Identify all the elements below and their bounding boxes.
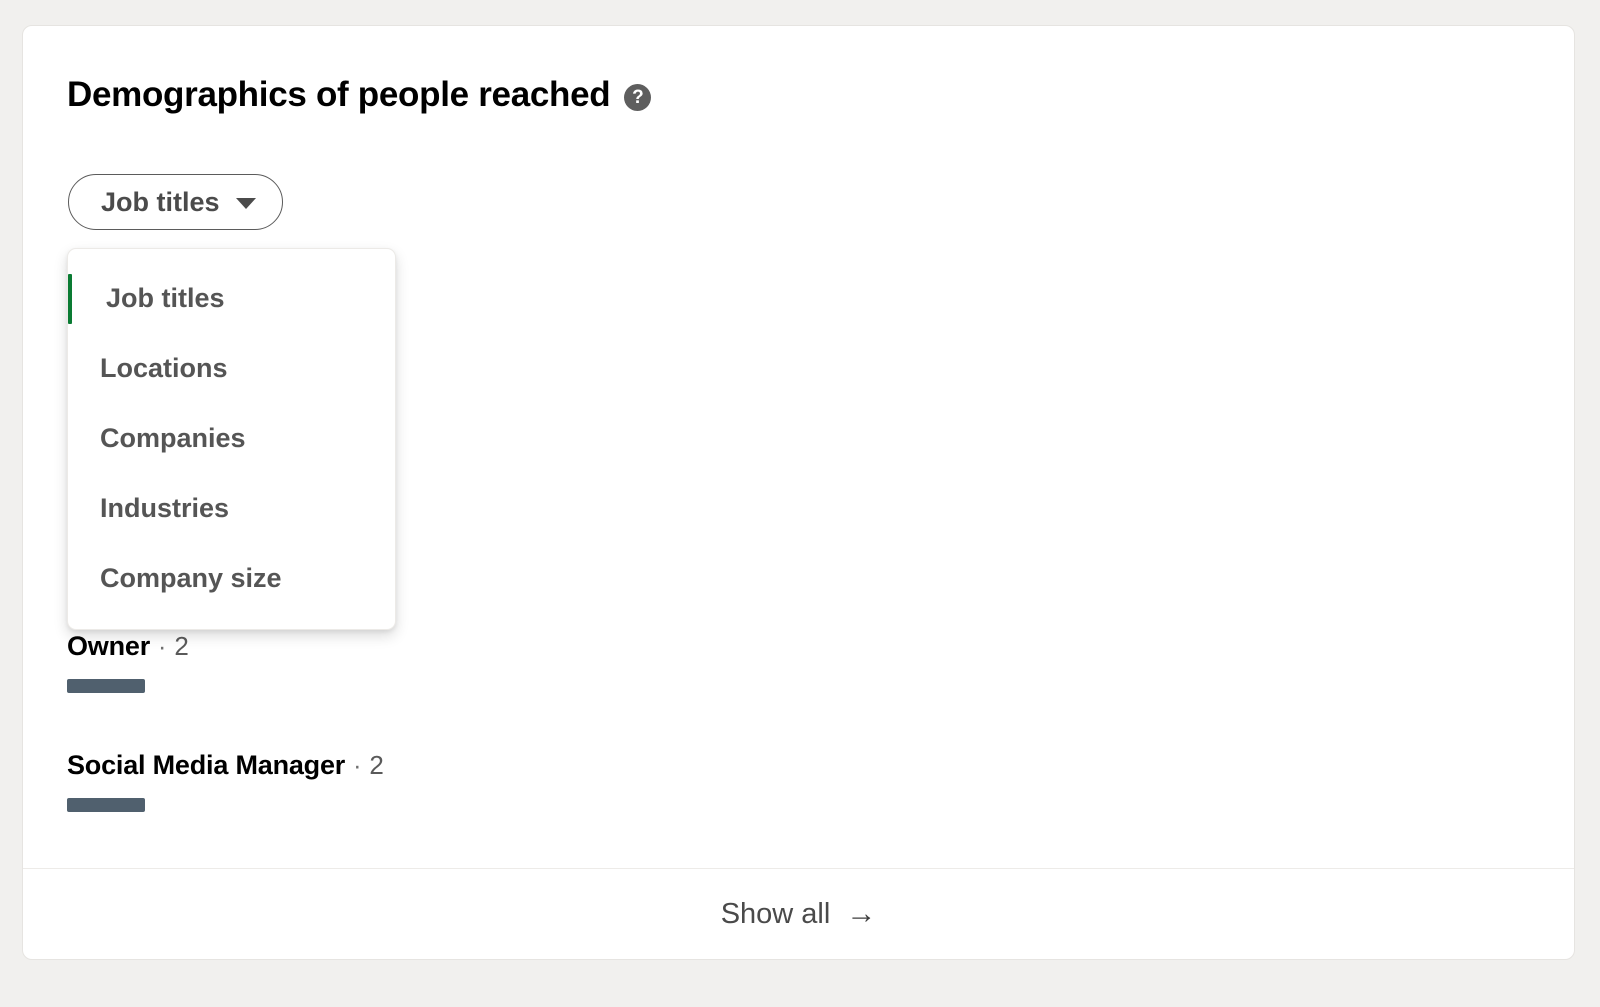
demographic-bar-track	[67, 798, 1467, 812]
demographic-bar-fill	[67, 798, 146, 812]
demographic-bar-fill	[67, 679, 146, 693]
dropdown-item-industries[interactable]: Industries	[68, 473, 395, 543]
dropdown-item-locations[interactable]: Locations	[68, 333, 395, 403]
demographic-label-line: Social Media Manager · 2	[67, 750, 1467, 781]
demographic-name: Social Media Manager	[67, 750, 346, 780]
page-title: Demographics of people reached	[67, 75, 611, 114]
demographic-name: Owner	[67, 631, 151, 661]
filter-button-label: Job titles	[101, 186, 220, 217]
dropdown-item-label: Companies	[100, 422, 246, 453]
dropdown-item-job-titles[interactable]: Job titles	[68, 263, 395, 333]
help-circle-icon[interactable]: ?	[624, 83, 652, 111]
dropdown-item-label: Locations	[100, 352, 228, 383]
job-titles-filter-button[interactable]: Job titles	[68, 174, 283, 230]
list-item: Owner · 2	[67, 631, 1467, 693]
demographic-label-line: Owner · 2	[67, 631, 1467, 662]
dropdown-item-company-size[interactable]: Company size	[68, 543, 395, 613]
demographics-card: Demographics of people reached ? Job tit…	[22, 25, 1575, 960]
dropdown-item-companies[interactable]: Companies	[68, 403, 395, 473]
list-item: Social Media Manager · 2	[67, 750, 1467, 812]
filter-dropdown-menu: Job titles Locations Companies Industrie…	[67, 248, 396, 630]
chevron-down-icon	[235, 198, 256, 209]
arrow-right-icon: →	[846, 896, 877, 930]
show-all-label: Show all	[720, 897, 831, 930]
show-all-button[interactable]: Show all →	[23, 869, 1574, 959]
card-header: Demographics of people reached ?	[67, 75, 652, 115]
demographic-count: 2	[174, 631, 189, 661]
dropdown-item-label: Company size	[100, 562, 282, 593]
show-all-inner: Show all →	[720, 896, 877, 930]
dropdown-item-label: Job titles	[106, 282, 225, 313]
demographics-list: Owner · 2 Social Media Manager · 2	[67, 631, 1467, 812]
dropdown-item-label: Industries	[100, 492, 230, 523]
demographic-bar-track	[67, 679, 1467, 693]
demographic-count: 2	[369, 750, 384, 780]
demographic-separator: ·	[353, 752, 362, 780]
demographic-separator: ·	[158, 633, 167, 661]
